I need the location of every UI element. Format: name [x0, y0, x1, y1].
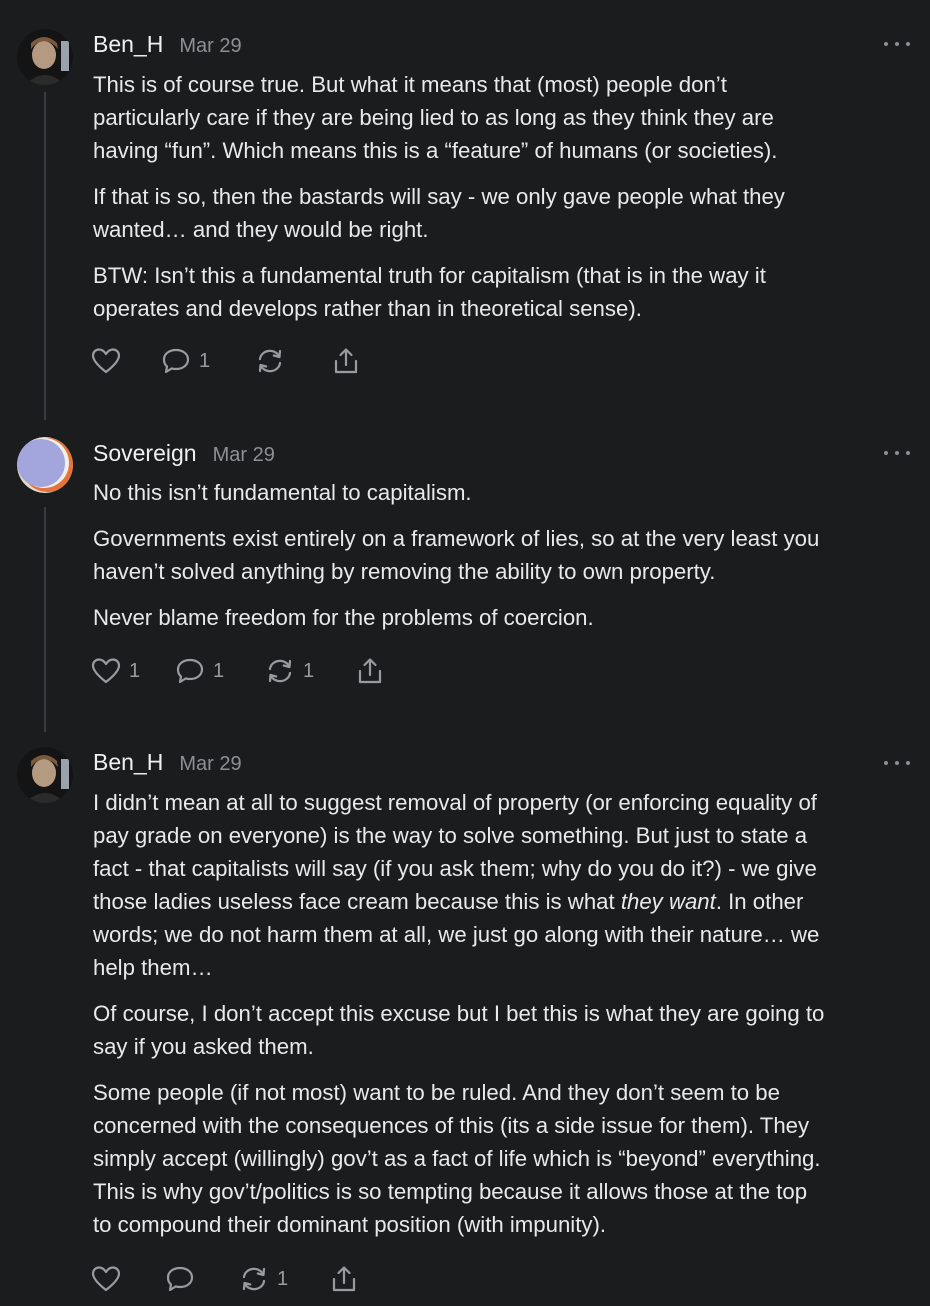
gradient-circle-avatar-icon — [17, 437, 73, 493]
reply-count: 1 — [213, 659, 225, 682]
user-photo-avatar-icon — [17, 29, 73, 85]
restack-button[interactable]: 1 — [239, 1265, 329, 1293]
comment-paragraph: Never blame freedom for the problems of … — [93, 605, 594, 630]
author-name[interactable]: Ben_H — [93, 31, 163, 58]
reply-button[interactable] — [165, 1265, 239, 1293]
comment-paragraph: BTW: Isn’t this a fundamental truth for … — [93, 263, 766, 321]
share-button[interactable] — [331, 346, 361, 376]
like-button[interactable]: 1 — [91, 657, 175, 685]
like-button[interactable] — [91, 347, 161, 375]
avatar[interactable] — [17, 437, 73, 493]
author-name[interactable]: Sovereign — [93, 440, 197, 467]
comment-paragraph: Governments exist entirely on a framewor… — [93, 526, 820, 584]
heart-icon — [91, 348, 121, 374]
restack-icon — [258, 349, 282, 373]
like-count: 1 — [129, 659, 141, 682]
more-options-icon[interactable] — [884, 38, 910, 50]
comment-bubble-icon — [176, 658, 204, 684]
heart-icon — [91, 658, 121, 684]
comment-paragraph: Of course, I don’t accept this excuse bu… — [93, 1001, 825, 1059]
restack-count: 1 — [277, 1267, 289, 1290]
thread-line — [44, 92, 46, 420]
comment-body: This is of course true. But what it mean… — [93, 68, 923, 338]
comment-header: Ben_H Mar 29 — [93, 749, 242, 779]
restack-button[interactable] — [255, 347, 331, 375]
restack-button[interactable]: 1 — [265, 657, 355, 685]
comment-paragraph: Some people (if not most) want to be rul… — [93, 1080, 821, 1237]
comment-actions: 1 1 1 — [91, 654, 385, 688]
comment-date[interactable]: Mar 29 — [179, 35, 241, 58]
more-options-icon[interactable] — [884, 447, 910, 459]
share-button[interactable] — [355, 656, 385, 686]
share-icon — [332, 1266, 356, 1292]
comment-date[interactable]: Mar 29 — [179, 753, 241, 776]
reply-button[interactable]: 1 — [175, 657, 265, 685]
restack-count: 1 — [303, 659, 315, 682]
comment-bubble-icon — [162, 348, 190, 374]
more-options-icon[interactable] — [884, 757, 910, 769]
thread-line — [44, 507, 46, 732]
restack-icon — [242, 1267, 266, 1291]
comment-header: Sovereign Mar 29 — [93, 440, 275, 470]
comment-paragraph: I didn’t mean at all to suggest removal … — [93, 790, 820, 980]
like-button[interactable] — [91, 1265, 165, 1293]
comment-date[interactable]: Mar 29 — [213, 444, 275, 467]
author-name[interactable]: Ben_H — [93, 749, 163, 776]
reply-button[interactable]: 1 — [161, 347, 255, 375]
comment-bubble-icon — [166, 1266, 194, 1292]
comment-paragraph: If that is so, then the bastards will sa… — [93, 184, 785, 242]
heart-icon — [91, 1266, 121, 1292]
restack-icon — [268, 659, 292, 683]
avatar[interactable] — [17, 29, 73, 85]
comment-body: I didn’t mean at all to suggest removal … — [93, 786, 923, 1254]
comment-body: No this isn’t fundamental to capitalism.… — [93, 476, 923, 647]
comment-actions: 1 — [91, 1262, 359, 1296]
share-icon — [358, 658, 382, 684]
share-button[interactable] — [329, 1264, 359, 1294]
avatar[interactable] — [17, 747, 73, 803]
comment-paragraph: This is of course true. But what it mean… — [93, 72, 778, 163]
user-photo-avatar-icon — [17, 747, 73, 803]
comment-header: Ben_H Mar 29 — [93, 31, 242, 61]
share-icon — [334, 348, 358, 374]
comment-actions: 1 — [91, 344, 361, 378]
comment-paragraph: No this isn’t fundamental to capitalism. — [93, 480, 472, 505]
emphasis-text: they want — [620, 889, 716, 914]
reply-count: 1 — [199, 349, 211, 372]
